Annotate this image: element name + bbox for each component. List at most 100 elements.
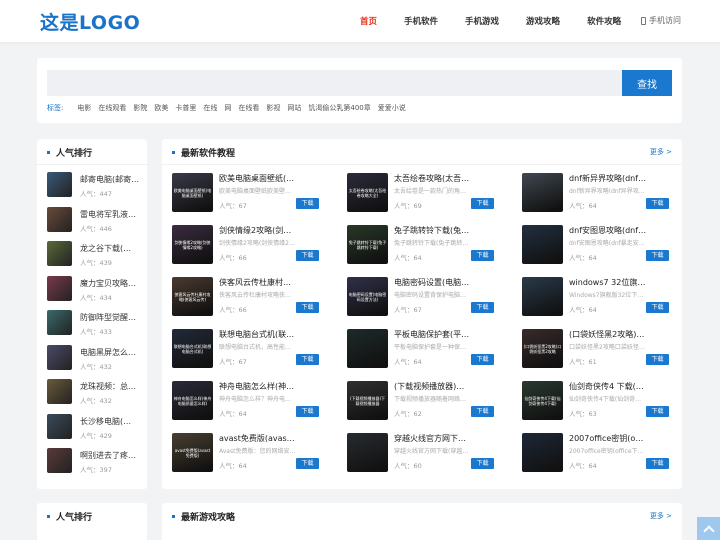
software-thumbnail[interactable]: 兔子跳转铃下载(兔子跳转铃下载) (347, 225, 388, 264)
ranking-item-title[interactable]: 啊别进去了疼… (80, 450, 145, 461)
software-thumbnail[interactable] (522, 225, 563, 264)
ranking-item-title[interactable]: 魔力宝贝攻略… (80, 278, 145, 289)
download-button[interactable]: 下载 (646, 354, 669, 365)
software-title-link[interactable]: 电脑密码设置(电脑密码设… (394, 277, 472, 288)
software-title-link[interactable]: dnf安图恩攻略(dnf暴走安… (569, 225, 647, 236)
software-thumbnail[interactable]: 联想电脑台式机(联想电脑台式机) (172, 329, 213, 368)
tag-link[interactable]: 在线看 (238, 103, 259, 113)
tag-link[interactable]: 网站 (287, 103, 301, 113)
games-more-link[interactable]: 更多 > (650, 511, 672, 521)
ranking-item[interactable]: 啊别进去了疼… 人气：397 (47, 448, 177, 474)
ranking-item-title[interactable]: 邮寄电脑(邮寄电脑… (80, 174, 145, 185)
download-button[interactable]: 下载 (296, 354, 319, 365)
ranking-item-title[interactable]: 长沙移电脑(… (80, 416, 145, 427)
ranking-item[interactable]: 长沙移电脑(… 人气：429 (47, 413, 177, 440)
ranking-thumbnail[interactable] (47, 448, 72, 473)
search-input[interactable] (47, 70, 659, 96)
nav-home[interactable]: 首页 (360, 15, 377, 27)
tag-link[interactable]: 影视 (266, 103, 280, 113)
software-title-link[interactable]: 平板电脑保护套(平板电脑… (394, 329, 472, 340)
software-title-link[interactable]: 穿越火线官方网下载(穿越… (394, 433, 472, 444)
software-title-link[interactable]: (下载视频播放器)下载视… (394, 381, 472, 392)
software-thumbnail[interactable] (347, 329, 388, 368)
ranking-thumbnail[interactable] (47, 344, 72, 370)
software-thumbnail[interactable]: (下载视频播放器)下载视频播放器 (347, 381, 388, 420)
ranking-item-title[interactable]: 雷电将军乳液… (80, 209, 145, 220)
software-title-link[interactable]: 联想电脑台式机(联想电脑… (219, 329, 297, 340)
software-thumbnail[interactable]: avast免费版(avast免费版) (172, 433, 213, 472)
nav-software-guides[interactable]: 软件攻略 (587, 15, 621, 27)
tag-link[interactable]: 爱爱小说 (378, 103, 406, 113)
software-title-link[interactable]: windows7 32位旗舰版下… (569, 277, 647, 288)
tag-link[interactable]: 在线 (203, 103, 217, 113)
ranking-thumbnail[interactable] (47, 241, 72, 266)
ranking-item[interactable]: 龙之谷下载(… 人气：439 (47, 241, 177, 267)
ranking-thumbnail[interactable] (47, 379, 72, 404)
software-title-link[interactable]: 侠客风云传杜康村攻略(侠… (219, 277, 297, 288)
site-logo[interactable]: 这是LOGO (40, 8, 140, 35)
software-thumbnail[interactable]: 神舟电脑怎么样(神舟电脑质量怎么样) (172, 381, 213, 420)
ranking-thumbnail[interactable] (47, 206, 72, 232)
ranking-item[interactable]: 邮寄电脑(邮寄电脑… 人气：447 (47, 172, 177, 198)
download-button[interactable]: 下载 (296, 302, 319, 313)
download-button[interactable]: 下载 (471, 354, 494, 365)
software-title-link[interactable]: 剑侠情缘2攻略(剑侠情缘2… (219, 225, 297, 236)
software-thumbnail[interactable]: 侠客风云传杜康村攻略(侠客风云传) (172, 277, 213, 316)
nav-mobile-software[interactable]: 手机软件 (404, 15, 438, 27)
tag-link[interactable]: 卡普里 (175, 103, 196, 113)
software-thumbnail[interactable] (522, 173, 563, 212)
ranking-item[interactable]: 电脑黑屏怎么… 人气：432 (47, 344, 177, 371)
download-button[interactable]: 下载 (296, 406, 319, 417)
software-title-link[interactable]: 兔子跳转铃下载(兔子跳转… (394, 225, 472, 236)
software-thumbnail[interactable]: 欧美电脑桌面壁纸(电脑桌面壁纸) (172, 173, 213, 212)
download-button[interactable]: 下载 (471, 302, 494, 313)
search-button[interactable]: 查找 (622, 70, 672, 96)
software-thumbnail[interactable]: 太吾绘卷攻略(太吾绘卷攻略大全) (347, 173, 388, 212)
ranking-thumbnail[interactable] (47, 413, 72, 439)
software-thumbnail[interactable]: (口袋妖怪黑2攻略)口袋妖怪黑2攻略 (522, 329, 563, 368)
download-button[interactable]: 下载 (296, 198, 319, 209)
download-button[interactable]: 下载 (646, 198, 669, 209)
mobile-access-link[interactable]: 手机访问 (641, 15, 681, 26)
software-thumbnail[interactable]: 仙剑奇侠传4下载(仙剑奇侠传4下载) (522, 381, 563, 420)
software-title-link[interactable]: 仙剑奇侠传4 下载(仙剑奇… (569, 381, 647, 392)
tag-link[interactable]: 在线观看 (98, 103, 126, 113)
tag-link[interactable]: 欧美 (154, 103, 168, 113)
software-title-link[interactable]: (口袋妖怪黑2攻略)口袋妖… (569, 329, 647, 340)
download-button[interactable]: 下载 (471, 198, 494, 209)
tag-link[interactable]: 饥渴偷公乳第400章 (308, 103, 370, 113)
software-title-link[interactable]: 欧美电脑桌面壁纸(电脑桌… (219, 173, 297, 184)
download-button[interactable]: 下载 (471, 250, 494, 261)
ranking-item-title[interactable]: 龙之谷下载(… (80, 243, 145, 254)
ranking-item-title[interactable]: 防御阵型觉醒… (80, 312, 145, 323)
download-button[interactable]: 下载 (296, 458, 319, 469)
ranking-item-title[interactable]: 龙珠视频：总… (80, 381, 145, 392)
back-to-top-button[interactable] (697, 517, 720, 540)
ranking-item[interactable]: 魔力宝贝攻略… 人气：434 (47, 275, 177, 302)
download-button[interactable]: 下载 (646, 458, 669, 469)
download-button[interactable]: 下载 (646, 406, 669, 417)
nav-mobile-games[interactable]: 手机游戏 (465, 15, 499, 27)
ranking-item[interactable]: 龙珠视频：总… 人气：432 (47, 379, 177, 405)
download-button[interactable]: 下载 (296, 250, 319, 261)
ranking-thumbnail[interactable] (47, 172, 72, 197)
software-title-link[interactable]: 神舟电脑怎么样(神舟电脑… (219, 381, 297, 392)
download-button[interactable]: 下载 (646, 302, 669, 313)
software-more-link[interactable]: 更多 > (650, 147, 672, 157)
ranking-item[interactable]: 雷电将军乳液… 人气：446 (47, 206, 177, 233)
software-title-link[interactable]: 2007office密钥(office下载) (569, 433, 647, 444)
tag-link[interactable]: 影院 (133, 103, 147, 113)
ranking-thumbnail[interactable] (47, 310, 72, 335)
ranking-item[interactable]: 防御阵型觉醒… 人气：433 (47, 310, 177, 336)
software-title-link[interactable]: avast免费版(avast免费版… (219, 433, 297, 444)
download-button[interactable]: 下载 (471, 458, 494, 469)
download-button[interactable]: 下载 (646, 250, 669, 261)
ranking-item-title[interactable]: 电脑黑屏怎么… (80, 347, 145, 358)
software-thumbnail[interactable]: 剑侠情缘2攻略(剑侠情缘2攻略) (172, 225, 213, 264)
tag-link[interactable]: 网 (224, 103, 231, 113)
software-thumbnail[interactable]: 电脑密码设置(电脑密码设置方法) (347, 277, 388, 316)
software-thumbnail[interactable] (347, 433, 388, 472)
tag-link[interactable]: 电影 (77, 103, 91, 113)
nav-game-guides[interactable]: 游戏攻略 (526, 15, 560, 27)
software-thumbnail[interactable] (522, 277, 563, 316)
